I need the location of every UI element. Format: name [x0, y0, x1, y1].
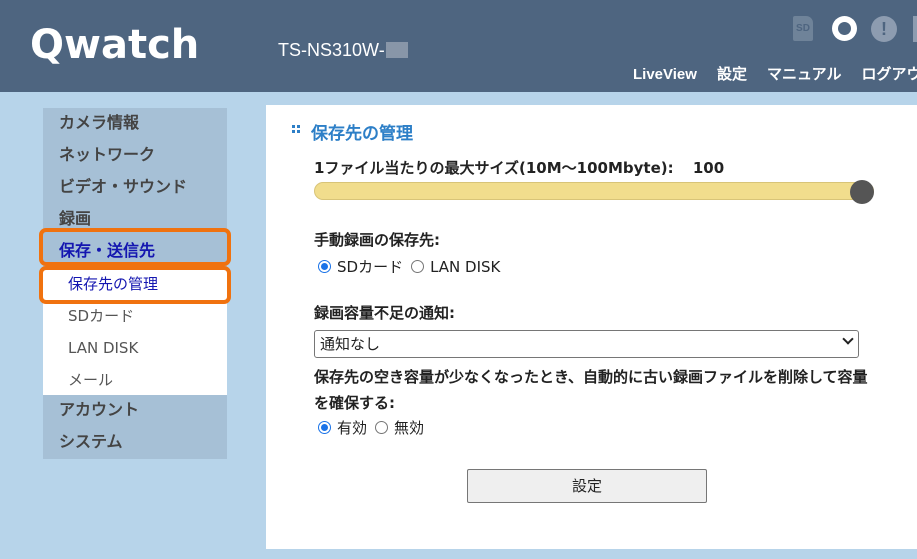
sidebar-item-storage-send[interactable]: 保存・送信先	[43, 236, 227, 268]
sidebar-item-video-sound[interactable]: ビデオ・サウンド	[43, 172, 227, 204]
page-title: 保存先の管理	[311, 124, 413, 144]
sidebar-subitem-sd-card[interactable]: SDカード	[43, 300, 227, 332]
overwrite-description: 保存先の空き容量が少なくなったとき、自動的に古い録画ファイルを削除して容量を確保…	[314, 368, 868, 412]
sidebar-item-system[interactable]: システム	[43, 427, 227, 459]
dest-lan-radio[interactable]	[411, 260, 425, 273]
overwrite-radios: 有効 無効	[318, 417, 432, 438]
max-size-value: 100	[692, 159, 725, 177]
main-panel: 保存先の管理 1ファイル当たりの最大サイズ(10M〜100Mbyte): 100…	[266, 105, 917, 549]
record-status-icon[interactable]	[832, 16, 857, 41]
top-nav: LiveView 設定 マニュアル ログアウ	[633, 63, 917, 84]
manual-dest-label: 手動録画の保存先:	[314, 231, 440, 249]
device-name: TS-NS310W-	[278, 40, 408, 61]
max-size-slider-handle[interactable]	[850, 180, 874, 204]
sidebar: カメラ情報 ネットワーク ビデオ・サウンド 録画 保存・送信先 保存先の管理 S…	[43, 108, 227, 459]
overwrite-disable-radio[interactable]	[375, 421, 389, 434]
overwrite-disable-label[interactable]: 無効	[394, 417, 424, 438]
warning-icon[interactable]: !	[871, 16, 897, 42]
device-name-text: TS-NS310W-	[278, 40, 385, 60]
submit-button[interactable]: 設定	[467, 469, 707, 503]
max-size-label: 1ファイル当たりの最大サイズ(10M〜100Mbyte): 100	[314, 157, 724, 178]
app-logo: Qwatch	[30, 22, 200, 68]
notify-select-value: 通知なし	[320, 335, 381, 353]
sidebar-item-account[interactable]: アカウント	[43, 395, 227, 427]
sd-card-icon[interactable]: SD	[793, 16, 813, 41]
overwrite-enable-label[interactable]: 有効	[337, 417, 367, 438]
section-grid-icon	[292, 125, 300, 133]
dest-lan-label[interactable]: LAN DISK	[430, 258, 500, 276]
sidebar-subitem-mail[interactable]: メール	[43, 364, 227, 396]
max-size-label-text: 1ファイル当たりの最大サイズ(10M〜100Mbyte):	[314, 159, 674, 177]
sidebar-item-recording[interactable]: 録画	[43, 204, 227, 236]
overwrite-enable-radio[interactable]	[318, 421, 331, 434]
nav-liveview[interactable]: LiveView	[633, 66, 697, 83]
device-name-mask	[385, 42, 408, 58]
sidebar-item-camera-info[interactable]: カメラ情報	[43, 108, 227, 140]
overflow-icon[interactable]	[913, 16, 917, 42]
manual-dest-radios: SDカード LAN DISK	[318, 256, 508, 277]
max-size-slider[interactable]	[314, 182, 874, 200]
chevron-down-icon	[842, 333, 854, 345]
sidebar-subitem-lan-disk[interactable]: LAN DISK	[43, 332, 227, 364]
dest-sd-label[interactable]: SDカード	[337, 256, 403, 277]
header-bar: Qwatch TS-NS310W- SD ! LiveView 設定 マニュアル ログ…	[0, 0, 917, 92]
sidebar-subitem-storage-manage[interactable]: 保存先の管理	[43, 268, 227, 300]
notify-label: 録画容量不足の通知:	[314, 304, 455, 322]
sidebar-item-network[interactable]: ネットワーク	[43, 140, 227, 172]
notify-select[interactable]: 通知なし	[314, 330, 859, 358]
nav-logout[interactable]: ログアウ	[862, 63, 917, 84]
nav-settings[interactable]: 設定	[717, 63, 747, 84]
dest-sd-radio[interactable]	[318, 260, 331, 273]
nav-manual[interactable]: マニュアル	[767, 63, 842, 84]
